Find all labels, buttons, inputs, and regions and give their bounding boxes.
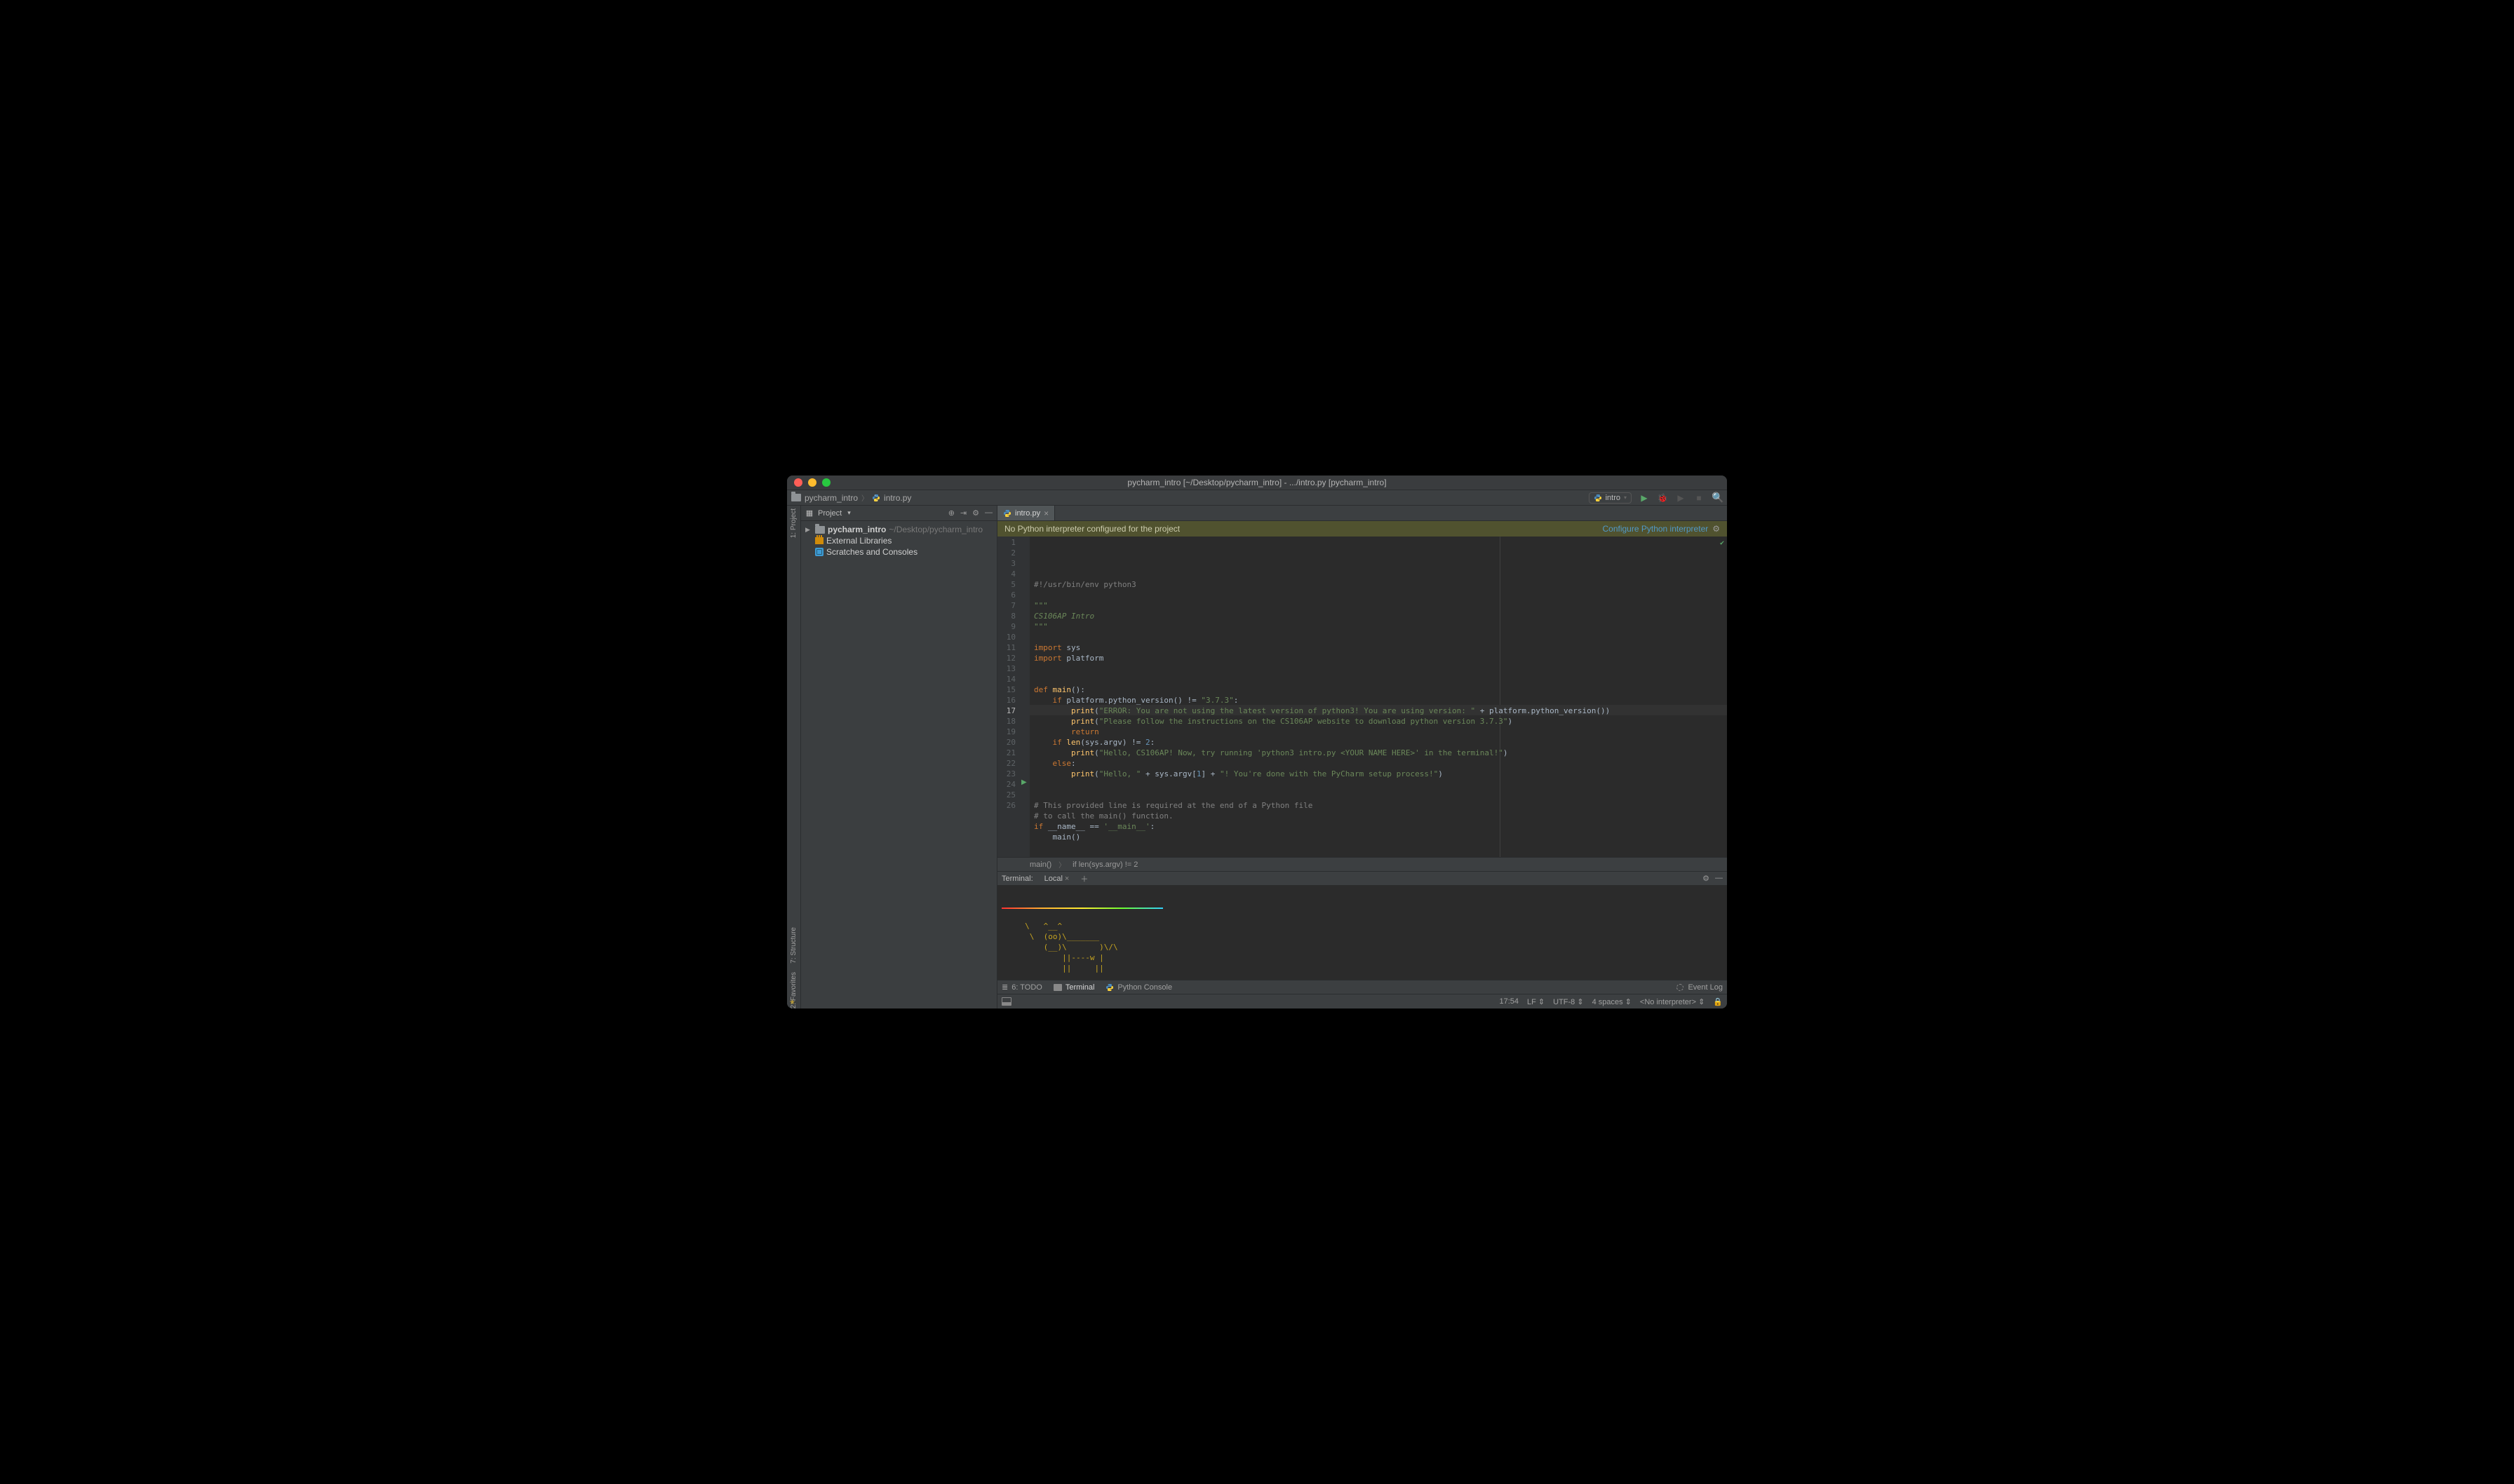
run-config-selector[interactable]: intro ▾ <box>1589 492 1632 504</box>
tree-item-label: External Libraries <box>826 536 892 546</box>
hide-panel-icon[interactable]: — <box>985 508 993 518</box>
scratch-icon <box>815 548 824 556</box>
tree-ext-lib[interactable]: External Libraries <box>804 535 994 546</box>
encoding[interactable]: UTF-8 ⇕ <box>1553 997 1583 1006</box>
tool-strip: ≣ 6: TODO Terminal Python Console Event … <box>997 980 1727 994</box>
tree-scratches[interactable]: Scratches and Consoles <box>804 546 994 558</box>
rainbow-divider <box>1002 908 1163 909</box>
window-title: pycharm_intro [~/Desktop/pycharm_intro] … <box>787 478 1727 487</box>
breadcrumb[interactable]: pycharm_intro 〉 intro.py <box>791 492 911 503</box>
code-content[interactable]: ✔ #!/usr/bin/env python3 """ CS106AP Int… <box>1030 537 1727 857</box>
interpreter-status[interactable]: <No interpreter> ⇕ <box>1640 997 1705 1006</box>
chevron-right-icon: 〉 <box>1058 859 1066 870</box>
lock-icon[interactable]: 🔒 <box>1713 997 1723 1006</box>
breadcrumb-file: intro.py <box>884 493 911 503</box>
run-coverage-button[interactable]: ▶ <box>1675 493 1686 503</box>
close-icon[interactable] <box>794 478 802 487</box>
gear-icon[interactable]: ⚙ <box>1702 874 1709 883</box>
tool-structure-tab[interactable]: 7: Structure <box>790 927 798 964</box>
event-log-icon <box>1676 984 1683 991</box>
python-file-icon <box>1003 509 1011 518</box>
close-tab-icon[interactable]: × <box>1044 508 1049 518</box>
minimize-icon[interactable] <box>808 478 816 487</box>
banner-message: No Python interpreter configured for the… <box>1004 524 1180 534</box>
run-button[interactable]: ▶ <box>1639 493 1650 503</box>
tool-label: 6: TODO <box>1011 983 1042 992</box>
editor-tab[interactable]: intro.py × <box>997 506 1055 520</box>
crumb-function[interactable]: main() <box>1030 861 1051 869</box>
traffic-lights <box>787 478 831 487</box>
tool-project-tab[interactable]: 1: Project <box>790 508 798 538</box>
python-console-button[interactable]: Python Console <box>1105 983 1172 992</box>
line-separator[interactable]: LF ⇕ <box>1527 997 1545 1006</box>
chevron-down-icon[interactable]: ▾ <box>847 509 851 517</box>
star-icon: ★ <box>789 999 795 1006</box>
maximize-icon[interactable] <box>822 478 831 487</box>
search-button[interactable]: 🔍 <box>1712 492 1723 504</box>
locate-icon[interactable]: ⊕ <box>948 508 955 518</box>
tree-root[interactable]: ▶ pycharm_intro ~/Desktop/pycharm_intro <box>804 524 994 535</box>
editor-tab-bar: intro.py × <box>997 506 1727 521</box>
collapse-icon[interactable]: ⇥ <box>960 508 967 518</box>
python-icon <box>1105 983 1114 992</box>
code-breadcrumb[interactable]: main() 〉 if len(sys.argv) != 2 <box>997 857 1727 871</box>
project-panel-title[interactable]: Project <box>818 509 842 518</box>
analysis-ok-icon: ✔ <box>1720 538 1724 548</box>
chevron-down-icon: ▾ <box>1624 494 1627 501</box>
python-icon <box>1594 494 1602 502</box>
project-view-icon: ▦ <box>805 508 814 518</box>
configure-interpreter-link[interactable]: Configure Python interpreter <box>1602 524 1708 534</box>
hide-panel-icon[interactable]: — <box>1715 874 1723 883</box>
project-tree[interactable]: ▶ pycharm_intro ~/Desktop/pycharm_intro … <box>801 521 997 560</box>
run-gutter-icon[interactable]: ▶ <box>1021 778 1027 786</box>
ide-window: pycharm_intro [~/Desktop/pycharm_intro] … <box>787 475 1727 1009</box>
tree-root-path: ~/Desktop/pycharm_intro <box>889 525 983 534</box>
gear-icon[interactable]: ⚙ <box>972 508 979 518</box>
python-file-icon <box>872 494 880 502</box>
terminal-title: Terminal: <box>1002 875 1033 883</box>
terminal-icon <box>1054 984 1062 991</box>
chevron-right-icon: 〉 <box>861 492 868 503</box>
status-bar: 17:54 LF ⇕ UTF-8 ⇕ 4 spaces ⇕ <No interp… <box>997 994 1727 1009</box>
cursor-position[interactable]: 17:54 <box>1499 997 1519 1006</box>
chevron-right-icon[interactable]: ▶ <box>805 526 812 534</box>
tool-label: Python Console <box>1117 983 1172 992</box>
project-panel: ▦ Project ▾ ⊕ ⇥ ⚙ — ▶ pycharm_intro ~/De… <box>801 506 997 1009</box>
close-icon[interactable]: × <box>1065 875 1069 883</box>
folder-icon <box>791 494 801 501</box>
tree-item-label: Scratches and Consoles <box>826 547 917 557</box>
terminal-header: Terminal: Local× ＋ ⚙ — <box>997 871 1727 885</box>
terminal-tool-button[interactable]: Terminal <box>1054 983 1095 992</box>
gear-icon[interactable]: ⚙ <box>1712 524 1720 534</box>
debug-button[interactable]: 🐞 <box>1657 493 1668 503</box>
gutter-indicators: ▶ <box>1020 537 1030 857</box>
add-terminal-button[interactable]: ＋ <box>1080 873 1088 884</box>
editor-area: intro.py × No Python interpreter configu… <box>997 506 1727 1009</box>
terminal-body[interactable]: \ ^__^ \ (oo)\_______ (__)\ )\/\ ||----w… <box>997 885 1727 980</box>
terminal-tab-label: Local <box>1044 875 1063 883</box>
code-editor[interactable]: 1234567891011121314151617181920212223242… <box>997 537 1727 857</box>
nav-bar: pycharm_intro 〉 intro.py intro ▾ ▶ 🐞 ▶ ■… <box>787 490 1727 506</box>
left-gutter: 1: Project 7: Structure 2: Favorites ★ <box>787 506 801 1009</box>
toolbar-right: intro ▾ ▶ 🐞 ▶ ■ 🔍 <box>1589 492 1723 504</box>
todo-tool-button[interactable]: ≣ 6: TODO <box>1002 983 1042 992</box>
tree-root-name: pycharm_intro <box>828 525 886 534</box>
indent[interactable]: 4 spaces ⇕ <box>1592 997 1632 1006</box>
project-panel-header: ▦ Project ▾ ⊕ ⇥ ⚙ — <box>801 506 997 521</box>
library-icon <box>815 537 824 544</box>
toggle-tool-windows-button[interactable] <box>1002 997 1011 1006</box>
title-bar: pycharm_intro [~/Desktop/pycharm_intro] … <box>787 475 1727 490</box>
breadcrumb-project: pycharm_intro <box>805 493 858 503</box>
list-icon: ≣ <box>1002 983 1008 992</box>
stop-button: ■ <box>1693 493 1705 503</box>
tool-label: Terminal <box>1066 983 1095 992</box>
editor-tab-label: intro.py <box>1015 509 1040 518</box>
interpreter-banner: No Python interpreter configured for the… <box>997 521 1727 537</box>
line-numbers: 1234567891011121314151617181920212223242… <box>997 537 1020 857</box>
folder-icon <box>815 526 825 534</box>
run-config-name: intro <box>1606 494 1620 502</box>
terminal-tab[interactable]: Local× <box>1040 875 1074 883</box>
event-log-button[interactable]: Event Log <box>1688 983 1723 992</box>
crumb-block[interactable]: if len(sys.argv) != 2 <box>1073 861 1138 869</box>
